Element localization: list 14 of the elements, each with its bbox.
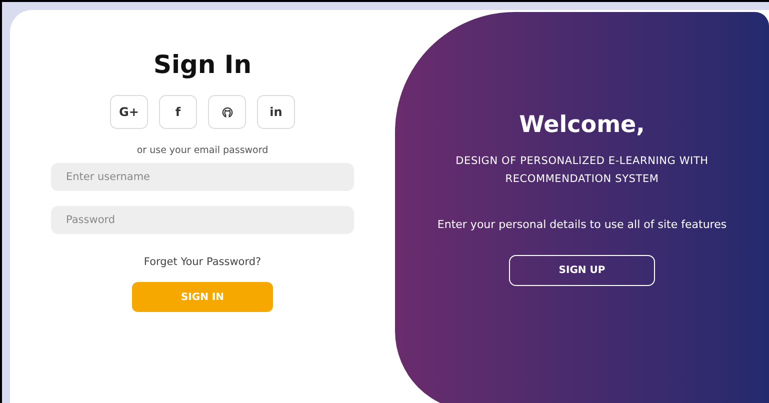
input-field[interactable]: Password [51,206,354,234]
sign-in-title: Sign In [153,50,252,79]
sign-up-button[interactable]: SIGN UP [509,255,655,286]
cat-icon [222,106,232,118]
welcome-title: Welcome, [519,112,645,138]
social-button[interactable]: in [257,95,295,129]
subtitle-text: DESIGN OF PERSONALIZED E-LEARNING WITH RECOMMENDATION SYSTEM [454,154,710,187]
social-button[interactable] [208,95,246,129]
social-button[interactable]: G+ [110,95,148,129]
forgot-password-link[interactable]: Forget Your Password? [144,256,262,268]
input-field[interactable]: Enter username [51,163,354,191]
welcome-text: Enter your personal details to use all of site features [436,217,728,233]
hint-text: or use your email password [136,145,268,156]
social-button[interactable]: f [159,95,197,129]
